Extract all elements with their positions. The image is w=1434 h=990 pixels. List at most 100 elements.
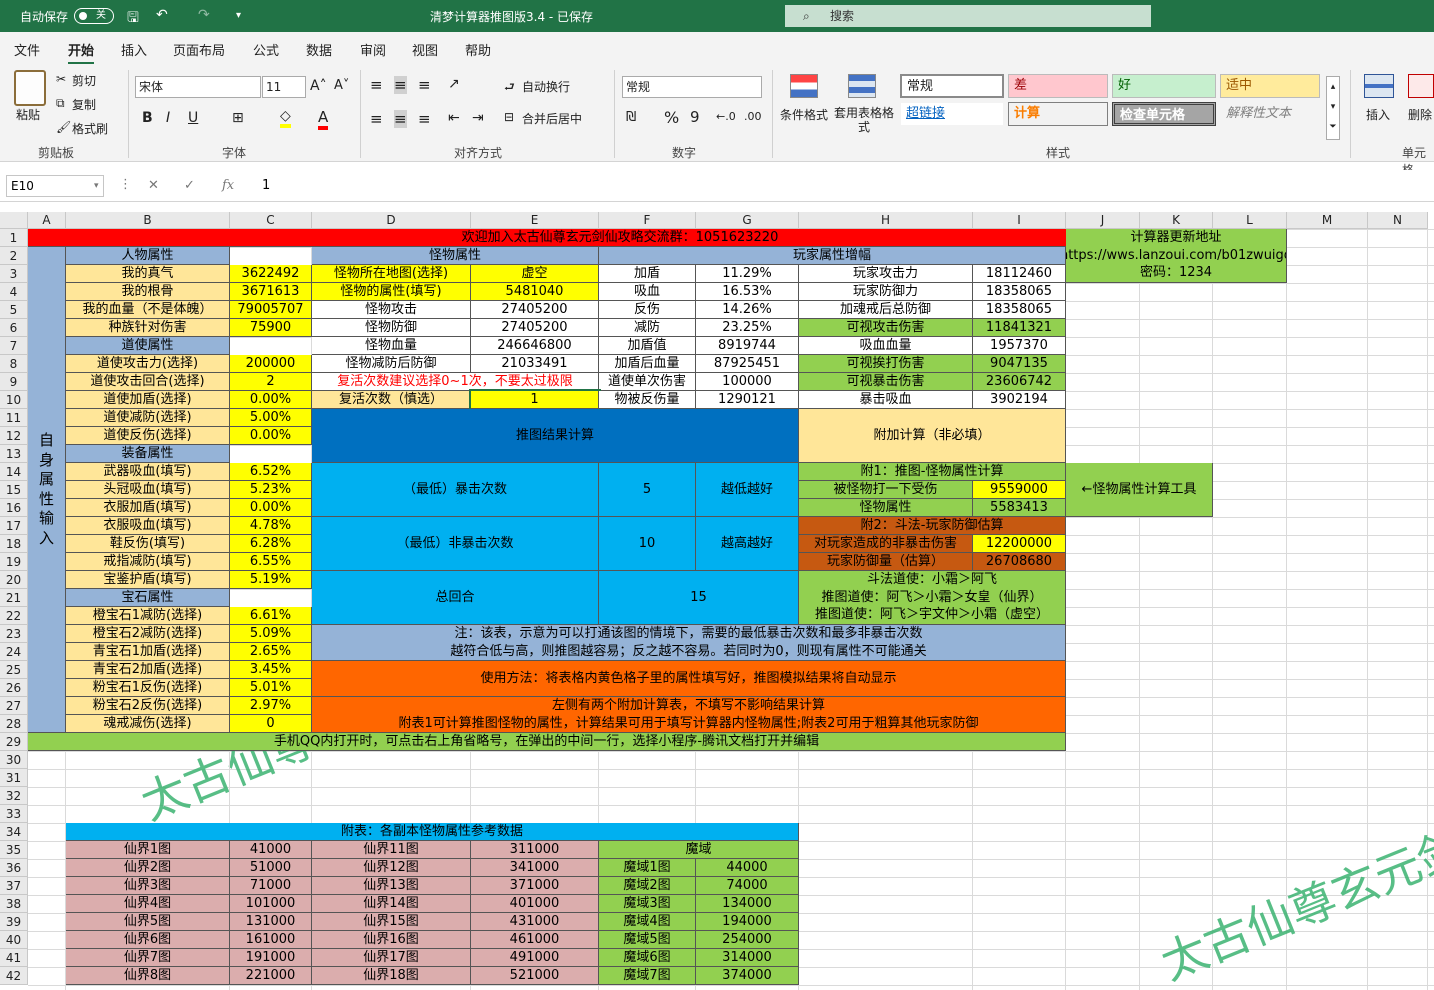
cell-I4[interactable]: 18358065 [973, 283, 1066, 301]
cell-G38[interactable]: 134000 [696, 895, 799, 913]
decrease-indent-icon[interactable]: ⇤ [448, 110, 460, 126]
cell-F2-I2[interactable]: 玩家属性增幅 [599, 247, 1066, 265]
column-header-H[interactable]: H [799, 212, 973, 229]
copy-button[interactable]: 复制 [72, 96, 96, 113]
cell-I7[interactable]: 1957370 [973, 337, 1066, 355]
cell-H8[interactable]: 可视挨打伤害 [799, 355, 973, 373]
cell-D20-E22[interactable]: 总回合 [312, 571, 599, 625]
row-header-38[interactable]: 38 [0, 895, 28, 913]
tab-8[interactable]: 帮助 [465, 40, 491, 59]
cell-B11[interactable]: 道使减防(选择) [66, 409, 230, 427]
wrap-text-button[interactable]: 自动换行 [522, 78, 570, 95]
merge-center-button[interactable]: 合并后居中 [522, 110, 582, 127]
cell-C40[interactable]: 161000 [230, 931, 312, 949]
cell-E41[interactable]: 491000 [471, 949, 599, 967]
cell-D38[interactable]: 仙界14图 [312, 895, 471, 913]
cell-B4[interactable]: 我的根骨 [66, 283, 230, 301]
number-format-select[interactable]: 常规 [622, 76, 762, 98]
align-top-icon[interactable]: ≡ [370, 76, 383, 94]
cell-C9[interactable]: 2 [230, 373, 312, 391]
cell-D39[interactable]: 仙界15图 [312, 913, 471, 931]
save-icon[interactable]: 🖫 [127, 7, 139, 31]
tab-2[interactable]: 插入 [121, 40, 147, 59]
column-header-I[interactable]: I [973, 212, 1066, 229]
cell-G39[interactable]: 194000 [696, 913, 799, 931]
cell-C37[interactable]: 71000 [230, 877, 312, 895]
row-header-35[interactable]: 35 [0, 841, 28, 859]
row-header-10[interactable]: 10 [0, 391, 28, 409]
cell-I6[interactable]: 11841321 [973, 319, 1066, 337]
cell-B19[interactable]: 戒指减防(填写) [66, 553, 230, 571]
cell-H17-I17[interactable]: 附2：斗法-玩家防御估算 [799, 517, 1066, 535]
row-header-9[interactable]: 9 [0, 373, 28, 391]
tab-1[interactable]: 开始 [68, 40, 95, 65]
style-good[interactable]: 好 [1112, 74, 1216, 98]
cell-B24[interactable]: 青宝石1加盾(选择) [66, 643, 230, 661]
cell-F10[interactable]: 物被反伤量 [599, 391, 696, 409]
currency-icon[interactable]: ₪ [626, 110, 636, 125]
style-neutral[interactable]: 适中 [1220, 74, 1320, 98]
cell-F7[interactable]: 加盾值 [599, 337, 696, 355]
cell-I8[interactable]: 9047135 [973, 355, 1066, 373]
row-header-28[interactable]: 28 [0, 715, 28, 733]
formula-input[interactable]: 1 [262, 178, 270, 193]
cell-D40[interactable]: 仙界16图 [312, 931, 471, 949]
cell-F35-G35[interactable]: 魔域 [599, 841, 799, 859]
cell-F40[interactable]: 魔域5图 [599, 931, 696, 949]
cell-C27[interactable]: 2.97% [230, 697, 312, 715]
decrease-decimal-icon[interactable]: .00 [744, 110, 762, 123]
cell-D8[interactable]: 怪物减防后防御 [312, 355, 471, 373]
cell-C4[interactable]: 3671613 [230, 283, 312, 301]
cell-C28[interactable]: 0 [230, 715, 312, 733]
cell-F20-G22[interactable]: 15 [599, 571, 799, 625]
cell-H15[interactable]: 被怪物打一下受伤 [799, 481, 973, 499]
cell-F14-F16[interactable]: 5 [599, 463, 696, 517]
row-header-8[interactable]: 8 [0, 355, 28, 373]
table-format-button[interactable]: 套用表格格式 [834, 106, 894, 134]
cell-H16[interactable]: 怪物属性 [799, 499, 973, 517]
styles-scroll-icon[interactable]: ▴ ▾ ⏷ [1326, 76, 1340, 140]
cell-F4[interactable]: 吸血 [599, 283, 696, 301]
column-header-N[interactable]: N [1368, 212, 1428, 229]
cell-C41[interactable]: 191000 [230, 949, 312, 967]
tab-6[interactable]: 审阅 [360, 40, 386, 59]
cell-F5[interactable]: 反伤 [599, 301, 696, 319]
cell-B34-G34[interactable]: 附表：各副本怪物属性参考数据 [66, 823, 799, 841]
cell-C18[interactable]: 6.28% [230, 535, 312, 553]
column-header-A[interactable]: A [28, 212, 66, 229]
cell-G10[interactable]: 1290121 [696, 391, 799, 409]
undo-icon[interactable]: ↶ [156, 7, 168, 23]
cell-B38[interactable]: 仙界4图 [66, 895, 230, 913]
row-header-31[interactable]: 31 [0, 769, 28, 787]
cell-E6[interactable]: 27405200 [471, 319, 599, 337]
row-header-11[interactable]: 11 [0, 409, 28, 427]
cell-B35[interactable]: 仙界1图 [66, 841, 230, 859]
row-header-42[interactable]: 42 [0, 967, 28, 985]
row-header-4[interactable]: 4 [0, 283, 28, 301]
cell-H20-I22[interactable]: 斗法道使：小霜＞阿飞 推图道使：阿飞＞小霜＞女皇（仙界） 推图道使：阿飞＞宇文仲… [799, 571, 1066, 625]
row-header-5[interactable]: 5 [0, 301, 28, 319]
cell-D17-E19[interactable]: （最低）非暴击次数 [312, 517, 599, 571]
increase-indent-icon[interactable]: ⇥ [472, 110, 484, 126]
cell-B10[interactable]: 道使加盾(选择) [66, 391, 230, 409]
row-header-16[interactable]: 16 [0, 499, 28, 517]
column-header-F[interactable]: F [599, 212, 696, 229]
cell-C11[interactable]: 5.00% [230, 409, 312, 427]
row-header-12[interactable]: 12 [0, 427, 28, 445]
cell-H5[interactable]: 加魂戒后总防御 [799, 301, 973, 319]
cell-I9[interactable]: 23606742 [973, 373, 1066, 391]
align-bottom-icon[interactable]: ≡ [418, 76, 431, 94]
cell-A1-K1[interactable]: 欢迎加入太古仙尊玄元剑仙攻略交流群：1051623220 [28, 229, 1213, 247]
cell-B8[interactable]: 道使攻击力(选择) [66, 355, 230, 373]
cell-C6[interactable]: 75900 [230, 319, 312, 337]
delete-cells-icon[interactable] [1408, 74, 1434, 98]
align-center-icon[interactable]: ≡ [394, 110, 407, 128]
cell-E38[interactable]: 401000 [471, 895, 599, 913]
cell-C24[interactable]: 2.65% [230, 643, 312, 661]
row-header-23[interactable]: 23 [0, 625, 28, 643]
tab-4[interactable]: 公式 [253, 40, 279, 59]
tab-3[interactable]: 页面布局 [173, 40, 225, 59]
cell-I18[interactable]: 12200000 [973, 535, 1066, 553]
cell-I16[interactable]: 5583413 [973, 499, 1066, 517]
align-right-icon[interactable]: ≡ [418, 110, 431, 128]
